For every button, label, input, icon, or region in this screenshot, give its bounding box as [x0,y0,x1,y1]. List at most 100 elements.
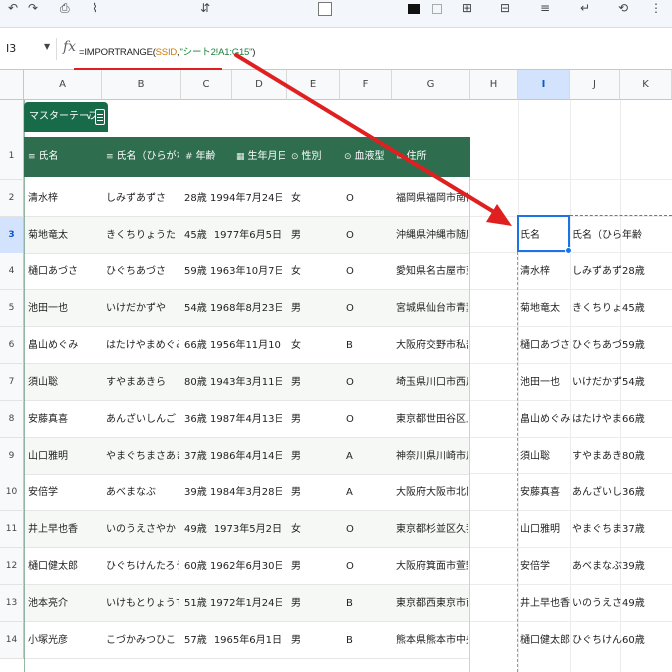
table-cell[interactable]: 男 [291,364,338,401]
import-cell[interactable]: 山口雅明 [520,511,570,548]
table-cell[interactable]: 池田一也 [28,290,100,327]
table-cell[interactable]: 安藤真喜 [28,401,100,438]
column-header-e[interactable]: E [287,70,340,100]
import-cell[interactable]: あべまなぶ [572,548,622,585]
table-cell[interactable]: 清水梓 [28,180,100,217]
table-cell[interactable]: 1984年3月28日 [210,474,282,511]
table-cell[interactable]: いけもとりょうすけ [106,585,179,622]
chevron-down-icon[interactable]: ∨ [86,102,92,132]
table-cell[interactable]: 1994年7月24日 [210,180,282,217]
table-cell[interactable]: 須山聡 [28,364,100,401]
table-cell[interactable]: O [346,364,392,401]
import-cell[interactable]: 樋口あづさ [520,327,570,364]
fill-handle[interactable] [565,247,572,254]
import-cell[interactable]: 45歳 [622,290,670,327]
table-header-cell[interactable]: # 年齢 [185,137,230,177]
table-cell[interactable]: 1963年10月7日 [210,253,282,290]
table-cell[interactable]: O [346,253,392,290]
table-cell[interactable]: 男 [291,622,338,659]
import-cell[interactable]: 安藤真喜 [520,474,570,511]
import-cell[interactable]: 樋口健太郎 [520,622,570,659]
import-cell[interactable]: 59歳 [622,327,670,364]
table-cell[interactable]: O [346,180,392,217]
row-header-2[interactable]: 2 [0,180,24,217]
toolbar-redo-icon[interactable]: ↷ [28,0,38,16]
column-header-j[interactable]: J [570,70,620,100]
table-cell[interactable]: O [346,290,392,327]
table-cell[interactable]: 男 [291,290,338,327]
table-cell[interactable]: 1987年4月13日 [210,401,282,438]
import-cell[interactable]: 80歳 [622,438,670,475]
table-cell[interactable]: 愛知県名古屋市東区大幸 [396,253,468,290]
table-cell[interactable]: 1986年4月14日 [210,438,282,475]
row-header-13[interactable]: 13 [0,585,24,622]
table-cell[interactable]: 菊地竜太 [28,217,100,254]
import-cell[interactable]: 畠山めぐみ [520,401,570,438]
import-cell[interactable]: 清水梓 [520,253,570,290]
table-cell[interactable]: 樋口健太郎 [28,548,100,585]
table-cell[interactable]: 大阪府交野市私部南2-3 [396,327,468,364]
row-header-5[interactable]: 5 [0,290,24,327]
import-header-cell[interactable]: 氏名（ひらがな） [572,217,622,254]
table-header-cell[interactable]: ≡氏名（ひらがな） [106,137,179,177]
table-cell[interactable]: 男 [291,474,338,511]
column-header-b[interactable]: B [102,70,181,100]
column-header-a[interactable]: A [24,70,102,100]
table-cell[interactable]: B [346,327,392,364]
table-header-cell[interactable]: ⊙ 性別 [291,137,338,177]
table-cell[interactable]: 男 [291,585,338,622]
row-header-12[interactable]: 12 [0,548,24,585]
table-cell[interactable]: 安倍学 [28,474,100,511]
import-cell[interactable]: きくちりょうた [572,290,622,327]
row-header-10[interactable]: 10 [0,474,24,511]
table-cell[interactable]: 男 [291,548,338,585]
toolbar-text-color-icon[interactable] [408,4,420,14]
row-header-14[interactable]: 14 [0,622,24,659]
toolbar-more-icon[interactable]: ⋮ [650,0,662,16]
column-header-h[interactable]: H [470,70,518,100]
table-cell[interactable]: 1962年6月30日 [210,548,282,585]
table-cell[interactable]: 女 [291,327,338,364]
import-cell[interactable]: 49歳 [622,585,670,622]
name-box-dropdown-icon[interactable]: ▼ [44,42,50,51]
table-cell[interactable]: 女 [291,511,338,548]
row-header-6[interactable]: 6 [0,327,24,364]
name-box[interactable]: I3 [6,42,16,55]
table-cell[interactable]: すやまあきら [106,364,179,401]
toolbar-font-size-icon[interactable]: ⇵ [200,0,210,16]
table-cell[interactable]: 宮城県仙台市青葉区国見 [396,290,468,327]
row-header-7[interactable]: 7 [0,364,24,401]
import-cell[interactable]: 井上早也香 [520,585,570,622]
table-cell[interactable]: 男 [291,438,338,475]
row-header-9[interactable]: 9 [0,438,24,475]
table-cell[interactable]: 1965年6月1日 [210,622,282,659]
table-cell[interactable]: A [346,438,392,475]
table-cell[interactable]: 大阪府箕面市萱野4-3-6 [396,548,468,585]
select-all-corner[interactable] [0,70,24,100]
import-cell[interactable]: 54歳 [622,364,670,401]
toolbar-wrap-icon[interactable]: ↵ [580,0,590,16]
table-cell[interactable]: 畠山めぐみ [28,327,100,364]
formula-input[interactable]: =IMPORTRANGE(SSID,"シート2!A1:G15") [79,44,255,58]
table-cell[interactable]: 男 [291,401,338,438]
table-cell[interactable]: 神奈川県川崎市川崎区四 [396,438,468,475]
import-cell[interactable]: 池田一也 [520,364,570,401]
table-cell[interactable]: B [346,622,392,659]
table-cell[interactable]: 1973年5月2日 [210,511,282,548]
row-header-1[interactable]: 1 [0,100,24,180]
import-cell[interactable]: すやまあきら [572,438,622,475]
table-cell[interactable]: O [346,511,392,548]
toolbar-checkbox-icon[interactable] [318,2,332,16]
table-header-cell[interactable]: ⊙ 血液型 [344,137,390,177]
table-cell[interactable]: あんざいしんご [106,401,179,438]
table-cell[interactable]: やまぐちまさあき [106,438,179,475]
table-cell[interactable]: 女 [291,180,338,217]
import-cell[interactable]: いけだかずや [572,364,622,401]
import-cell[interactable]: 36歳 [622,474,670,511]
column-header-k[interactable]: K [620,70,672,100]
table-cell[interactable]: O [346,401,392,438]
table-cell[interactable]: いけだかずや [106,290,179,327]
table-cell[interactable]: 埼玉県川口市西川口2-1- [396,364,468,401]
column-header-c[interactable]: C [181,70,232,100]
import-cell[interactable]: しみずあずさ [572,253,622,290]
